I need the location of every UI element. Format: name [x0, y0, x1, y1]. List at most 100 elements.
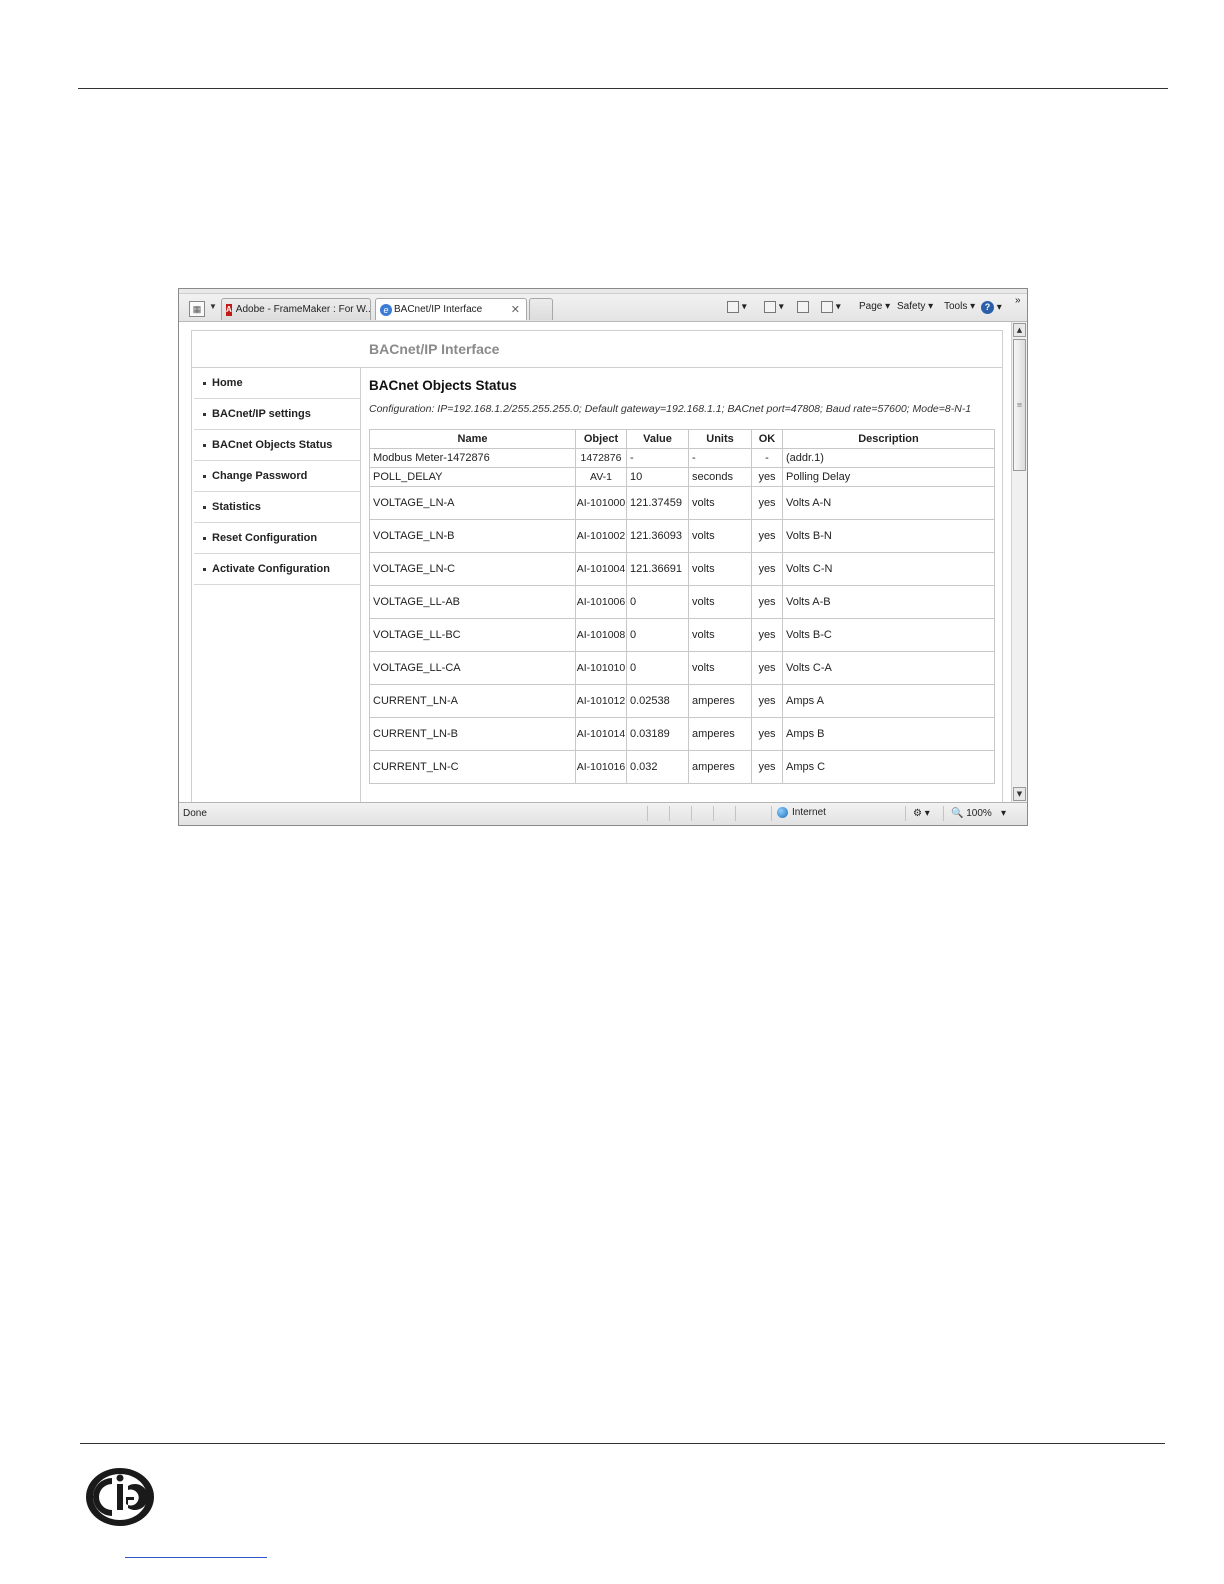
table-row: POLL_DELAY AV-1 10 seconds yes Polling Delay: [369, 467, 995, 487]
status-divider: [905, 806, 906, 821]
cell-object: AI-101010: [575, 651, 627, 685]
cell-name: CURRENT_LN-C: [369, 750, 576, 784]
scroll-up-icon[interactable]: ▲: [1013, 323, 1026, 337]
content-heading: BACnet Objects Status: [369, 378, 517, 393]
header-rule: [78, 88, 1168, 89]
cell-value: 121.36093: [626, 519, 689, 553]
safety-menu[interactable]: Safety ▾: [897, 301, 933, 312]
bullet-icon: [203, 567, 206, 571]
read-mail-button[interactable]: [797, 301, 809, 313]
cell-value: 121.37459: [626, 486, 689, 520]
zoom-level: 100%: [966, 808, 992, 819]
nav-label: Home: [212, 377, 243, 389]
nav-item-bacnet-ip-settings[interactable]: BACnet/IP settings: [194, 399, 360, 430]
table-row: Modbus Meter-1472876 1472876- - - (addr.1): [369, 448, 995, 468]
tab-bacnet-interface[interactable]: e BACnet/IP Interface ✕: [375, 298, 527, 320]
cell-units: volts: [688, 651, 752, 685]
mail-icon: [797, 301, 809, 313]
cell-object: AI-101014: [575, 717, 627, 751]
objects-status-table: Name Object Value Units OK Description M…: [369, 429, 995, 784]
tab-framemaker[interactable]: A Adobe - FrameMaker : For W...: [221, 298, 371, 320]
nav-item-bacnet-objects-status[interactable]: BACnet Objects Status: [194, 430, 360, 461]
nav-label: Activate Configuration: [212, 563, 330, 575]
cell-object: AI-101000: [575, 486, 627, 520]
nav-item-change-password[interactable]: Change Password: [194, 461, 360, 492]
cell-name: CURRENT_LN-A: [369, 684, 576, 718]
cell-ok: yes: [751, 552, 783, 586]
table-row: VOLTAGE_LN-C AI-101004 121.36691 volts yes Vo…: [369, 552, 995, 586]
cell-object: AI-101002: [575, 519, 627, 553]
table-row: VOLTAGE_LN-B AI-101002 121.36093 volts yes Vo…: [369, 519, 995, 553]
cell-value: 0: [626, 618, 689, 652]
cell-description: Volts A-N: [782, 486, 995, 520]
nav-item-reset-configuration[interactable]: Reset Configuration: [194, 523, 360, 554]
nav-item-activate-configuration[interactable]: Activate Configuration: [194, 554, 360, 585]
vertical-scrollbar[interactable]: ▲ ≡ ▼: [1011, 322, 1027, 802]
help-button[interactable]: ? ▾: [981, 301, 1002, 314]
adobe-icon: A: [226, 303, 232, 316]
bullet-icon: [203, 443, 206, 447]
table-row: CURRENT_LN-C AI-101016 0.032 amperes yes Amps…: [369, 750, 995, 784]
table-row: VOLTAGE_LL-BC AI-101008 0 volts yes Volts B-C: [369, 618, 995, 652]
cell-units: volts: [688, 486, 752, 520]
eig-logo: [86, 1468, 154, 1526]
status-divider: [669, 806, 670, 821]
feed-icon: [764, 301, 776, 313]
cell-object: AI-101004: [575, 552, 627, 586]
column-header: Value: [626, 429, 689, 449]
scroll-thumb[interactable]: ≡: [1013, 339, 1026, 471]
table-row: CURRENT_LN-A AI-101012 0.02538 amperes yes Am…: [369, 684, 995, 718]
bullet-icon: [203, 505, 206, 509]
cell-name: VOLTAGE_LL-CA: [369, 651, 576, 685]
cell-object: 1472876: [575, 448, 627, 468]
help-icon: ?: [981, 301, 994, 314]
cell-units: amperes: [688, 684, 752, 718]
nav-item-home[interactable]: Home: [194, 368, 360, 399]
table-row: VOLTAGE_LL-CA AI-101010 0 volts yes Volts C-A: [369, 651, 995, 685]
cell-description: Amps B: [782, 717, 995, 751]
nav-label: Change Password: [212, 470, 308, 482]
cell-value: 0.03189: [626, 717, 689, 751]
cell-description: Polling Delay: [782, 467, 995, 487]
browser-command-bar: ▦ ▼ A Adobe - FrameMaker : For W... e BA…: [179, 289, 1027, 322]
column-header: Description: [782, 429, 995, 449]
print-button[interactable]: ▾: [821, 301, 841, 313]
cell-description: Volts B-C: [782, 618, 995, 652]
cell-description: Amps C: [782, 750, 995, 784]
zoom-dropdown-icon[interactable]: ▾: [1001, 808, 1006, 819]
cell-name: VOLTAGE_LL-AB: [369, 585, 576, 619]
toolbar-strip: [179, 289, 1027, 294]
footer-link-underline: [125, 1557, 267, 1558]
cell-ok: yes: [751, 750, 783, 784]
cell-ok: yes: [751, 684, 783, 718]
globe-icon: [777, 807, 788, 818]
cell-value: -: [626, 448, 689, 468]
toolbar-overflow-button[interactable]: »: [1015, 295, 1021, 306]
new-tab-button[interactable]: [529, 298, 553, 320]
home-button[interactable]: ▾: [727, 301, 747, 313]
feeds-button[interactable]: ▾: [764, 301, 784, 313]
cell-name: POLL_DELAY: [369, 467, 576, 487]
cell-units: volts: [688, 618, 752, 652]
quick-tabs-icon[interactable]: ▦: [189, 301, 205, 317]
cell-object: AI-101008: [575, 618, 627, 652]
protected-mode-button[interactable]: ⚙ ▾: [913, 808, 930, 819]
close-tab-icon[interactable]: ✕: [511, 303, 520, 316]
cell-value: 121.36691: [626, 552, 689, 586]
cell-object: AI-101012: [575, 684, 627, 718]
nav-item-statistics[interactable]: Statistics: [194, 492, 360, 523]
cell-name: VOLTAGE_LL-BC: [369, 618, 576, 652]
tools-menu[interactable]: Tools ▾: [944, 301, 975, 312]
browser-window: ▦ ▼ A Adobe - FrameMaker : For W... e BA…: [178, 288, 1028, 826]
table-row: VOLTAGE_LN-A AI-101000 121.37459 volts yes Vo…: [369, 486, 995, 520]
zoom-control[interactable]: 🔍 100%: [951, 808, 992, 819]
cell-description: (addr.1): [782, 448, 995, 468]
cell-units: -: [688, 448, 752, 468]
security-zone[interactable]: Internet: [777, 807, 826, 818]
cell-units: volts: [688, 519, 752, 553]
tab-list-dropdown-icon[interactable]: ▼: [209, 302, 217, 311]
scroll-down-icon[interactable]: ▼: [1013, 787, 1026, 801]
nav-label: BACnet/IP settings: [212, 408, 311, 420]
cell-name: VOLTAGE_LN-C: [369, 552, 576, 586]
page-menu[interactable]: Page ▾: [859, 301, 890, 312]
